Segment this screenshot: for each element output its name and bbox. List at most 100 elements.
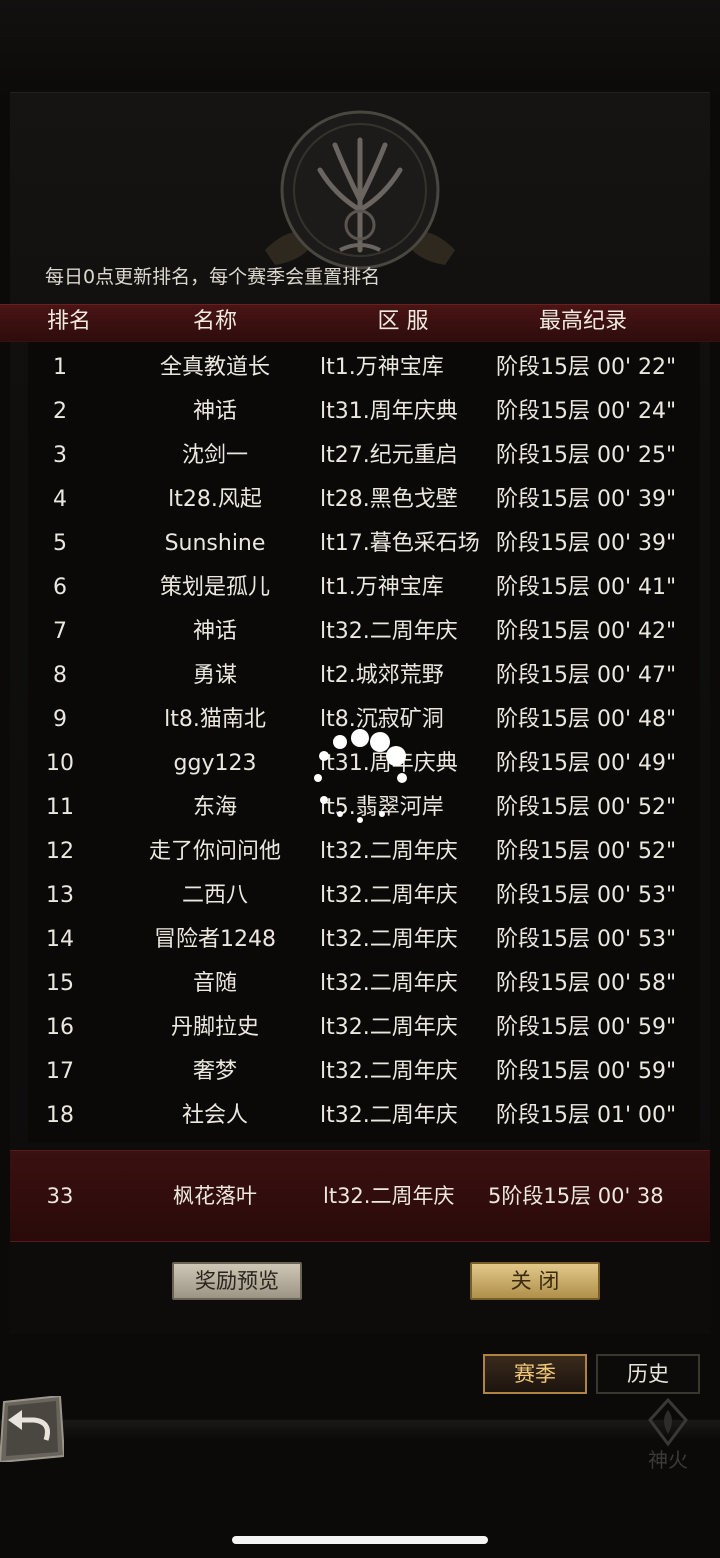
row-name: 丹脚拉史 xyxy=(170,1015,259,1040)
table-row[interactable]: 17 奢梦 lt32.二周年庆 阶段15层 00' 59" xyxy=(0,1050,720,1094)
my-name: 枫花落叶 xyxy=(173,1184,257,1208)
row-rank: 3 xyxy=(53,443,67,468)
table-row[interactable]: 4 lt28.风起 lt28.黑色戈壁 阶段15层 00' 39" xyxy=(0,478,720,522)
header-server: 区 服 xyxy=(377,309,429,334)
row-name: ggy123 xyxy=(173,751,257,776)
home-indicator[interactable] xyxy=(232,1536,488,1544)
back-arrow-icon[interactable] xyxy=(0,1396,64,1462)
row-server: lt31.周年庆典 xyxy=(320,399,458,424)
row-record: 阶段15层 00' 53" xyxy=(496,927,677,952)
bottom-frame xyxy=(0,1420,720,1440)
row-server: lt32.二周年庆 xyxy=(320,839,458,864)
table-row[interactable]: 14 冒险者1248 lt32.二周年庆 阶段15层 00' 53" xyxy=(0,918,720,962)
row-record: 阶段15层 00' 47" xyxy=(496,663,677,688)
table-row[interactable]: 8 勇谋 lt2.城郊荒野 阶段15层 00' 47" xyxy=(0,654,720,698)
row-name: 策划是孤儿 xyxy=(159,575,270,600)
row-name: 沈剑一 xyxy=(181,443,248,468)
row-record: 阶段15层 00' 39" xyxy=(496,487,677,512)
row-name: 东海 xyxy=(192,795,237,820)
tab-season[interactable]: 赛季 xyxy=(483,1354,587,1394)
row-rank: 16 xyxy=(46,1015,74,1040)
row-record: 阶段15层 00' 59" xyxy=(496,1059,677,1084)
row-rank: 7 xyxy=(53,619,67,644)
row-server: lt1.万神宝库 xyxy=(320,355,444,380)
row-server: lt17.暮色采石场 xyxy=(320,531,480,556)
reward-preview-button[interactable]: 奖励预览 xyxy=(172,1262,302,1300)
row-name: 全真教道长 xyxy=(159,355,270,380)
table-row[interactable]: 1 全真教道长 lt1.万神宝库 阶段15层 00' 22" xyxy=(0,346,720,390)
row-name: 社会人 xyxy=(181,1103,248,1128)
row-server: lt28.黑色戈壁 xyxy=(320,487,458,512)
row-rank: 2 xyxy=(53,399,67,424)
row-record: 阶段15层 00' 49" xyxy=(496,751,677,776)
row-rank: 17 xyxy=(46,1059,74,1084)
row-record: 阶段15层 00' 59" xyxy=(496,1015,677,1040)
row-server: lt32.二周年庆 xyxy=(320,619,458,644)
row-rank: 10 xyxy=(46,751,74,776)
row-record: 阶段15层 00' 24" xyxy=(496,399,677,424)
table-row[interactable]: 16 丹脚拉史 lt32.二周年庆 阶段15层 00' 59" xyxy=(0,1006,720,1050)
my-rank: 33 xyxy=(46,1184,74,1208)
divine-fire-label: 神火 xyxy=(648,1448,688,1472)
row-rank: 9 xyxy=(53,707,67,732)
row-record: 阶段15层 00' 52" xyxy=(496,795,677,820)
row-name: 二西八 xyxy=(181,883,248,908)
row-record: 阶段15层 00' 41" xyxy=(496,575,677,600)
table-row[interactable]: 3 沈剑一 lt27.纪元重启 阶段15层 00' 25" xyxy=(0,434,720,478)
table-row[interactable]: 5 Sunshine lt17.暮色采石场 阶段15层 00' 39" xyxy=(0,522,720,566)
top-background xyxy=(0,0,720,100)
row-server: lt27.纪元重启 xyxy=(320,443,458,468)
row-server: lt32.二周年庆 xyxy=(320,1015,458,1040)
row-record: 阶段15层 00' 25" xyxy=(496,443,677,468)
table-row[interactable]: 2 神话 lt31.周年庆典 阶段15层 00' 24" xyxy=(0,390,720,434)
row-rank: 8 xyxy=(53,663,67,688)
ranking-notice: 每日0点更新排名，每个赛季会重置排名 xyxy=(45,266,381,288)
header-rank: 排名 xyxy=(46,309,91,334)
row-record: 阶段15层 00' 53" xyxy=(496,883,677,908)
row-server: lt32.二周年庆 xyxy=(320,927,458,952)
row-rank: 6 xyxy=(53,575,67,600)
tree-emblem-icon xyxy=(265,110,455,270)
row-record: 阶段15层 00' 58" xyxy=(496,971,677,996)
tab-history[interactable]: 历史 xyxy=(596,1354,700,1394)
row-rank: 15 xyxy=(46,971,74,996)
close-button[interactable]: 关 闭 xyxy=(470,1262,600,1300)
row-name: 勇谋 xyxy=(192,663,237,688)
row-server: lt32.二周年庆 xyxy=(320,1103,458,1128)
row-rank: 11 xyxy=(46,795,74,820)
table-row[interactable]: 13 二西八 lt32.二周年庆 阶段15层 00' 53" xyxy=(0,874,720,918)
header-name: 名称 xyxy=(192,309,237,334)
row-rank: 14 xyxy=(46,927,74,952)
row-rank: 12 xyxy=(46,839,74,864)
row-server: lt32.二周年庆 xyxy=(320,1059,458,1084)
table-row[interactable]: 12 走了你问问他 lt32.二周年庆 阶段15层 00' 52" xyxy=(0,830,720,874)
row-rank: 4 xyxy=(53,487,67,512)
row-rank: 13 xyxy=(46,883,74,908)
table-row[interactable]: 6 策划是孤儿 lt1.万神宝库 阶段15层 00' 41" xyxy=(0,566,720,610)
row-record: 阶段15层 00' 39" xyxy=(496,531,677,556)
row-name: 奢梦 xyxy=(192,1059,237,1084)
divine-fire-icon xyxy=(648,1397,688,1447)
row-rank: 5 xyxy=(53,531,67,556)
row-name: 神话 xyxy=(192,619,237,644)
row-name: 神话 xyxy=(192,399,237,424)
row-server: lt32.二周年庆 xyxy=(320,883,458,908)
divine-fire-button[interactable]: 神火 xyxy=(628,1397,708,1474)
row-name: 走了你问问他 xyxy=(148,839,281,864)
row-name: Sunshine xyxy=(164,531,266,556)
row-rank: 1 xyxy=(53,355,67,380)
row-name: 冒险者1248 xyxy=(154,927,276,952)
row-rank: 18 xyxy=(46,1103,74,1128)
row-record: 阶段15层 00' 48" xyxy=(496,707,677,732)
row-record: 阶段15层 00' 22" xyxy=(496,355,677,380)
row-record: 阶段15层 00' 52" xyxy=(496,839,677,864)
row-record: 阶段15层 00' 42" xyxy=(496,619,677,644)
header-record: 最高纪录 xyxy=(538,309,627,334)
row-server: lt32.二周年庆 xyxy=(320,971,458,996)
table-row[interactable]: 18 社会人 lt32.二周年庆 阶段15层 01' 00" xyxy=(0,1094,720,1138)
row-server: lt1.万神宝库 xyxy=(320,575,444,600)
row-record: 阶段15层 01' 00" xyxy=(496,1103,677,1128)
table-row[interactable]: 7 神话 lt32.二周年庆 阶段15层 00' 42" xyxy=(0,610,720,654)
table-row[interactable]: 15 音随 lt32.二周年庆 阶段15层 00' 58" xyxy=(0,962,720,1006)
my-server: lt32.二周年庆 xyxy=(323,1184,455,1208)
